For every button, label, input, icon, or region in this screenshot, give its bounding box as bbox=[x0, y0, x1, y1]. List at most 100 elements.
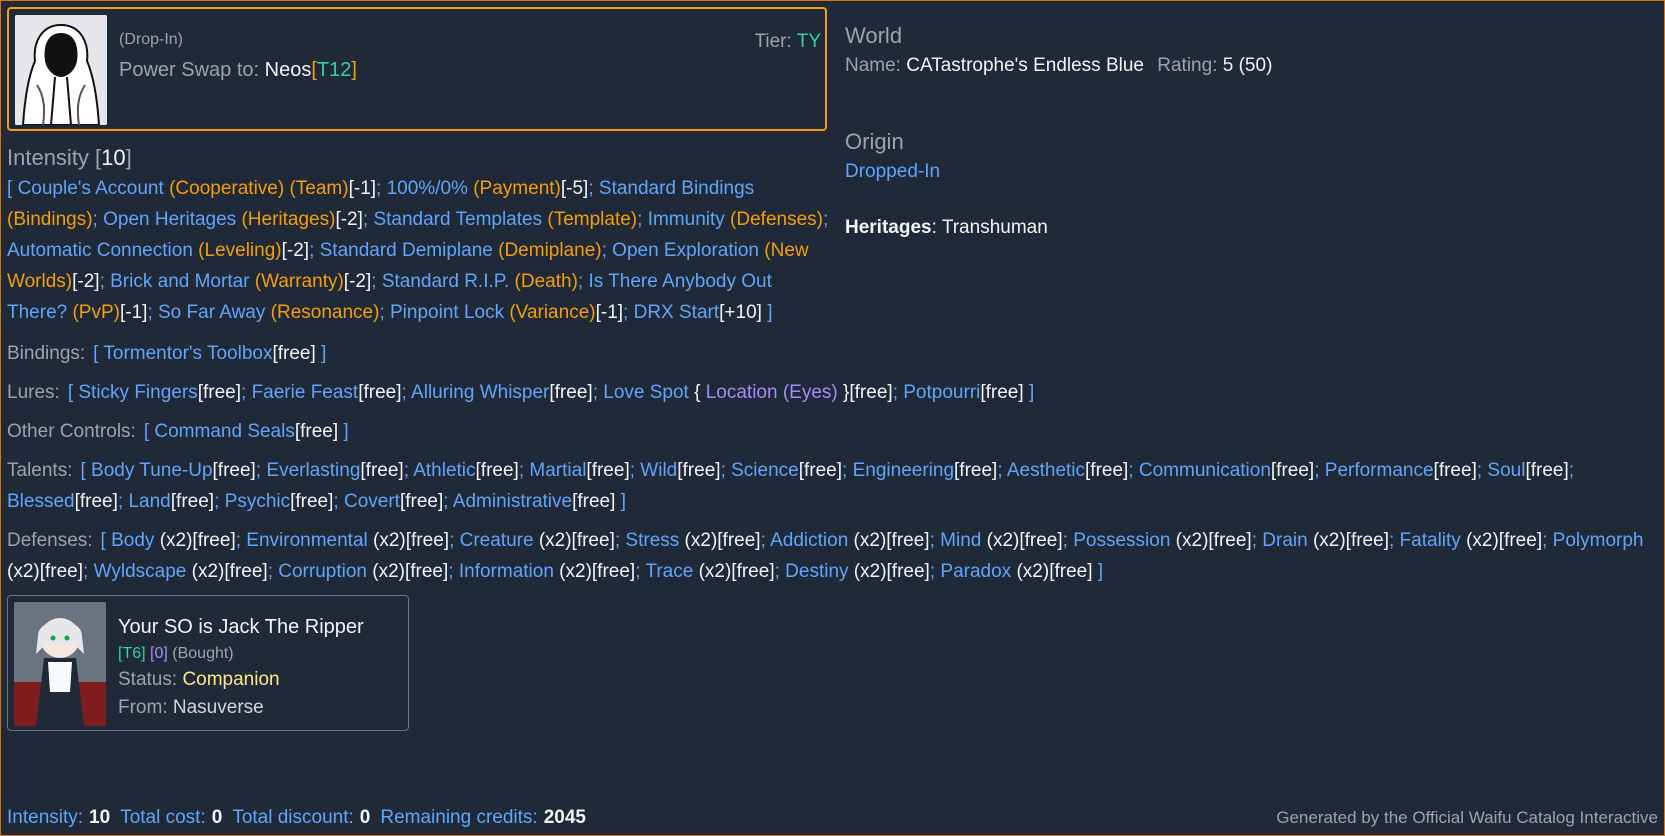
defense-item[interactable]: Drain bbox=[1262, 530, 1307, 551]
defense-item[interactable]: Possession bbox=[1073, 530, 1170, 551]
power-swap-name[interactable]: Neos bbox=[265, 59, 312, 81]
origin-block: Origin Dropped-In Heritages: Transhuman bbox=[845, 129, 1658, 239]
defense-item[interactable]: Body bbox=[111, 530, 154, 551]
talent-item[interactable]: Covert bbox=[344, 491, 400, 512]
defense-item-cost: [free] bbox=[39, 561, 84, 582]
defense-item-mult: (x2) bbox=[1011, 561, 1050, 582]
intensity-title: Intensity [10] bbox=[7, 145, 132, 170]
defense-item[interactable]: Stress bbox=[625, 530, 679, 551]
talent-item[interactable]: Engineering bbox=[853, 460, 954, 481]
separator: ; bbox=[1062, 530, 1074, 551]
footer-remaining-label: Remaining credits: bbox=[380, 807, 538, 828]
intensity-item[interactable]: Open Exploration bbox=[612, 240, 759, 261]
intensity-item[interactable]: Couple's Account bbox=[18, 178, 164, 199]
intensity-item[interactable]: Immunity bbox=[648, 209, 725, 230]
talent-item-cost: [free] bbox=[586, 460, 630, 481]
talent-open-bracket: [ bbox=[80, 460, 92, 481]
talent-item[interactable]: Communication bbox=[1139, 460, 1271, 481]
talent-item[interactable]: Martial bbox=[529, 460, 586, 481]
intensity-item[interactable]: Open Heritages bbox=[103, 209, 236, 230]
intensity-item[interactable]: Standard Demiplane bbox=[320, 240, 493, 261]
origin-value-link[interactable]: Dropped-In bbox=[845, 161, 1658, 183]
intensity-item[interactable]: Standard Templates bbox=[373, 209, 542, 230]
separator: ; bbox=[614, 530, 626, 551]
binding-item[interactable]: Tormentor's Toolbox bbox=[103, 343, 272, 364]
intensity-item[interactable]: Brick and Mortar bbox=[110, 271, 249, 292]
talent-item[interactable]: Blessed bbox=[7, 491, 75, 512]
footer-total-discount-label: Total discount: bbox=[232, 807, 354, 828]
intensity-item[interactable]: Standard R.I.P. bbox=[382, 271, 509, 292]
talent-item-cost: [free] bbox=[475, 460, 519, 481]
lure-item-sub: Location (Eyes) bbox=[705, 382, 838, 403]
defense-item[interactable]: Environmental bbox=[246, 530, 367, 551]
defense-item[interactable]: Information bbox=[459, 561, 554, 582]
world-info: Name: CATastrophe's Endless Blue Rating:… bbox=[845, 55, 1658, 77]
world-name[interactable]: CATastrophe's Endless Blue bbox=[906, 55, 1144, 76]
separator: ; bbox=[376, 178, 387, 199]
defense-item[interactable]: Addiction bbox=[770, 530, 848, 551]
talent-item[interactable]: Land bbox=[128, 491, 170, 512]
defense-item-mult: (x2) bbox=[848, 530, 887, 551]
defense-item-cost: [free] bbox=[886, 561, 930, 582]
lure-close-bracket: ] bbox=[1023, 382, 1035, 403]
defense-item[interactable]: Polymorph bbox=[1553, 530, 1644, 551]
intensity-item-suffix: (Team) bbox=[284, 178, 349, 199]
talent-item[interactable]: Performance bbox=[1325, 460, 1434, 481]
lure-item[interactable]: Potpourri bbox=[903, 382, 980, 403]
defense-item[interactable]: Trace bbox=[645, 561, 693, 582]
separator: ; bbox=[623, 302, 634, 323]
lure-item[interactable]: Love Spot bbox=[603, 382, 689, 403]
talent-item[interactable]: Everlasting bbox=[266, 460, 360, 481]
defense-item[interactable]: Corruption bbox=[278, 561, 367, 582]
intensity-item-category: (Death) bbox=[509, 271, 578, 292]
talent-item[interactable]: Athletic bbox=[413, 460, 475, 481]
intensity-item-cost: [-2] bbox=[343, 271, 372, 292]
separator: ; bbox=[842, 460, 853, 481]
hooded-figure-portrait bbox=[15, 15, 107, 125]
talent-item-cost: [free] bbox=[798, 460, 843, 481]
separator: ; bbox=[720, 460, 732, 481]
separator: ; bbox=[362, 209, 374, 230]
intensity-item[interactable]: Standard Bindings bbox=[599, 178, 754, 199]
separator: ; bbox=[929, 530, 941, 551]
other-control-item[interactable]: Command Seals bbox=[154, 421, 294, 442]
intensity-item-cost: [-1] bbox=[595, 302, 624, 323]
intensity-open-bracket: [ bbox=[7, 178, 18, 199]
defense-item-mult: (x2) bbox=[981, 530, 1020, 551]
talent-item[interactable]: Aesthetic bbox=[1007, 460, 1085, 481]
defense-item[interactable]: Destiny bbox=[785, 561, 848, 582]
character-card[interactable]: (Drop-In) Power Swap to: Neos[T12] Tier:… bbox=[7, 7, 827, 131]
world-title: World bbox=[845, 23, 903, 48]
intensity-item[interactable]: 100%/0% bbox=[387, 178, 468, 199]
defense-item[interactable]: Fatality bbox=[1400, 530, 1461, 551]
brace: { bbox=[688, 382, 706, 403]
lure-item[interactable]: Alluring Whisper bbox=[411, 382, 549, 403]
world-name-label: Name: bbox=[845, 55, 901, 76]
lure-item-cost: [free] bbox=[358, 382, 402, 403]
talent-item[interactable]: Science bbox=[731, 460, 799, 481]
talent-item[interactable]: Wild bbox=[640, 460, 677, 481]
talent-item[interactable]: Body Tune-Up bbox=[91, 460, 212, 481]
separator: ; bbox=[822, 209, 829, 230]
waifu-card[interactable]: Your SO is Jack The Ripper [T6] [0] (Bou… bbox=[7, 595, 409, 731]
lure-item-cost: [free] bbox=[980, 382, 1024, 403]
lure-item[interactable]: Faerie Feast bbox=[252, 382, 359, 403]
talent-item-cost: [free] bbox=[74, 491, 118, 512]
talent-item[interactable]: Administrative bbox=[453, 491, 572, 512]
intensity-item[interactable]: Pinpoint Lock bbox=[390, 302, 504, 323]
intensity-item[interactable]: Automatic Connection bbox=[7, 240, 193, 261]
talent-item[interactable]: Soul bbox=[1487, 460, 1525, 481]
talent-item[interactable]: Psychic bbox=[225, 491, 290, 512]
talent-item-cost: [free] bbox=[360, 460, 404, 481]
defense-item[interactable]: Mind bbox=[940, 530, 981, 551]
lure-item[interactable]: Sticky Fingers bbox=[78, 382, 197, 403]
defense-item[interactable]: Paradox bbox=[940, 561, 1011, 582]
defense-item-mult: (x2) bbox=[186, 561, 225, 582]
defense-item[interactable]: Creature bbox=[460, 530, 534, 551]
other-controls-row: Other Controls: [ Command Seals[free] ] bbox=[7, 416, 1658, 447]
defense-item[interactable]: Wyldscape bbox=[94, 561, 187, 582]
intensity-item[interactable]: So Far Away bbox=[158, 302, 265, 323]
intensity-item-category: (Demiplane) bbox=[492, 240, 602, 261]
build-summary: (Drop-In) Power Swap to: Neos[T12] Tier:… bbox=[0, 0, 1665, 836]
intensity-item[interactable]: DRX Start bbox=[634, 302, 720, 323]
